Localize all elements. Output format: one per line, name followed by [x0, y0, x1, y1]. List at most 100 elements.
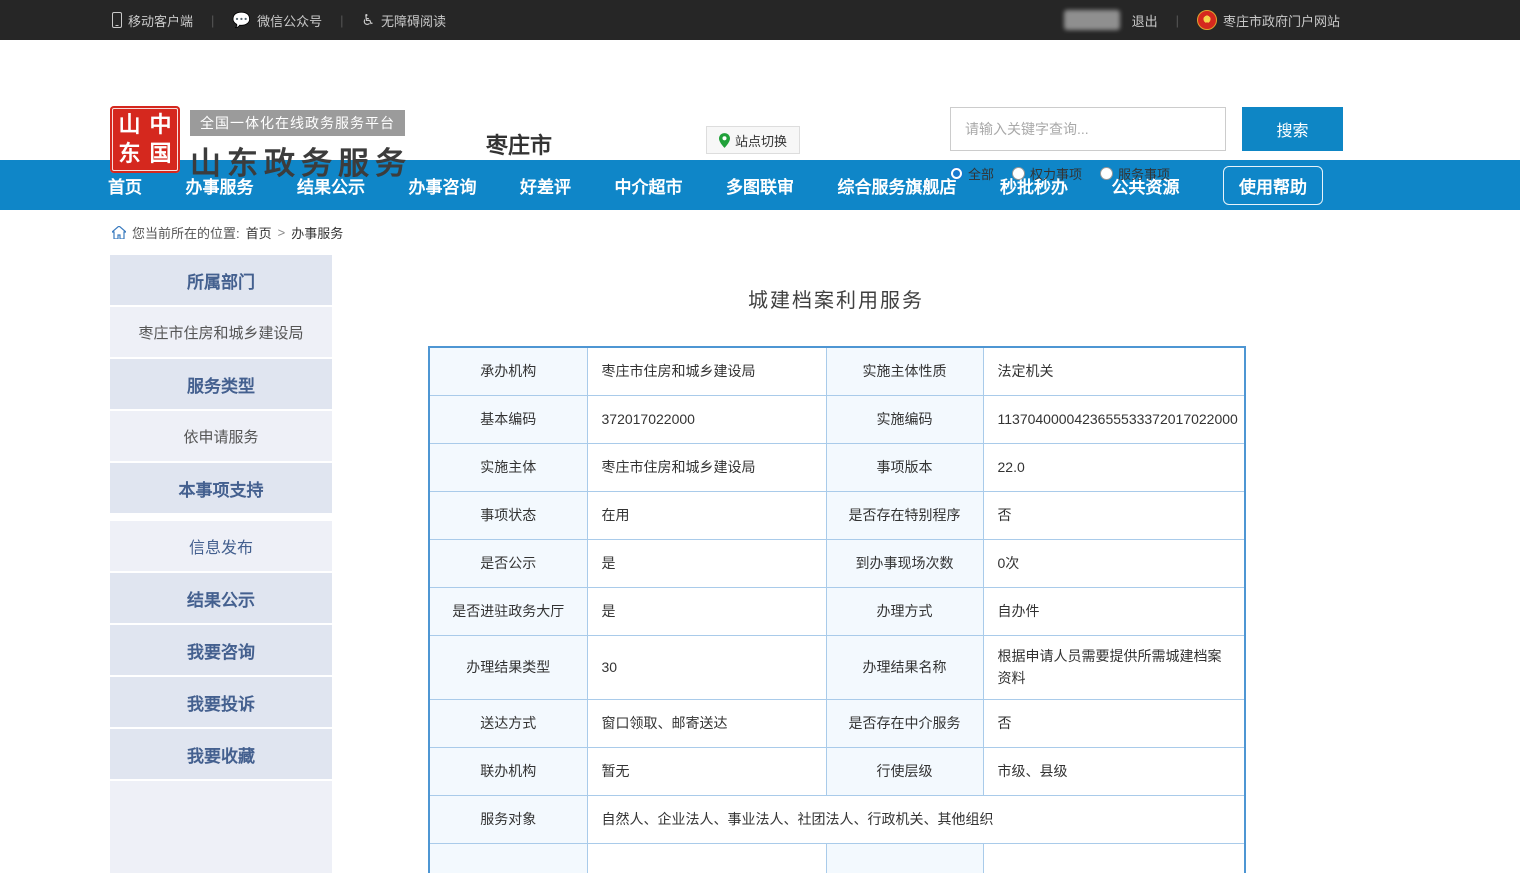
- field-label: 送达方式: [429, 699, 587, 747]
- mobile-client-link[interactable]: 移动客户端: [112, 11, 193, 30]
- nav-item-7[interactable]: 综合服务旗舰店: [838, 173, 957, 198]
- field-value: 1137040000423655533372017022000: [983, 395, 1245, 443]
- field-value: [587, 843, 826, 873]
- search-scope-0[interactable]: 全部: [950, 164, 994, 183]
- breadcrumb: 您当前所在的位置: 首页 > 办事服务: [0, 210, 1520, 255]
- divider: |: [211, 13, 214, 28]
- sidebar-item-6[interactable]: 结果公示: [110, 573, 332, 623]
- service-info-table: 承办机构枣庄市住房和城乡建设局实施主体性质法定机关基本编码37201702200…: [428, 346, 1246, 873]
- platform-badge: 全国一体化在线政务服务平台: [190, 110, 405, 136]
- breadcrumb-current[interactable]: 办事服务: [291, 223, 343, 242]
- search-button[interactable]: 搜索: [1242, 107, 1343, 151]
- wechat-link[interactable]: 💬 微信公众号: [232, 11, 322, 30]
- gov-portal-link[interactable]: ★ 枣庄市政府门户网站: [1197, 10, 1340, 30]
- breadcrumb-prefix: 您当前所在的位置:: [132, 223, 240, 242]
- field-value: [983, 843, 1245, 873]
- field-value: 暂无: [587, 747, 826, 795]
- search-scope-label: 全部: [968, 164, 994, 183]
- field-label: 办理结果类型: [429, 635, 587, 699]
- field-value: 枣庄市住房和城乡建设局: [587, 347, 826, 395]
- nav-item-5[interactable]: 中介超市: [615, 173, 683, 198]
- search-scope-2[interactable]: 服务事项: [1100, 164, 1170, 183]
- sidebar-item-7[interactable]: 我要咨询: [110, 625, 332, 675]
- field-value: 372017022000: [587, 395, 826, 443]
- field-label: 是否存在中介服务: [826, 699, 983, 747]
- field-label: 承办机构: [429, 347, 587, 395]
- logo-text-block: 全国一体化在线政务服务平台 山东政务服务: [190, 110, 412, 183]
- accessibility-label: 无障碍阅读: [381, 11, 446, 30]
- table-row-cutoff: [429, 843, 1245, 873]
- national-emblem-icon: ★: [1197, 10, 1217, 30]
- accessibility-link[interactable]: ♿ 无障碍阅读: [362, 11, 446, 30]
- field-label: 事项版本: [826, 443, 983, 491]
- search-scope-1[interactable]: 权力事项: [1012, 164, 1082, 183]
- table-row: 事项状态在用是否存在特别程序否: [429, 491, 1245, 539]
- sidebar-item-0[interactable]: 所属部门: [110, 255, 332, 305]
- sidebar-item-8[interactable]: 我要投诉: [110, 677, 332, 727]
- main-panel: 城建档案利用服务 承办机构枣庄市住房和城乡建设局实施主体性质法定机关基本编码37…: [332, 255, 1520, 873]
- seal-character: 东: [114, 140, 145, 170]
- field-value: 是: [587, 539, 826, 587]
- seal-character: 国: [145, 140, 176, 170]
- field-label: 办理方式: [826, 587, 983, 635]
- table-row: 服务对象自然人、企业法人、事业法人、社团法人、行政机关、其他组织: [429, 795, 1245, 843]
- sidebar-item-9[interactable]: 我要收藏: [110, 729, 332, 779]
- field-label: [826, 843, 983, 873]
- search-scope-label: 服务事项: [1118, 164, 1170, 183]
- table-row: 是否公示是到办事现场次数0次: [429, 539, 1245, 587]
- table-row: 联办机构暂无行使层级市级、县级: [429, 747, 1245, 795]
- topbar-left: 移动客户端 | 💬 微信公众号 | ♿ 无障碍阅读: [112, 11, 446, 30]
- nav-help-button[interactable]: 使用帮助: [1223, 166, 1323, 205]
- shandong-seal-logo: 山中东国: [110, 106, 180, 173]
- radio-icon[interactable]: [1012, 167, 1025, 180]
- logout-label: 退出: [1132, 11, 1158, 30]
- table-row: 送达方式窗口领取、邮寄送达是否存在中介服务否: [429, 699, 1245, 747]
- city-name: 枣庄市: [486, 128, 552, 160]
- nav-item-4[interactable]: 好差评: [520, 173, 571, 198]
- site-switch-label: 站点切换: [735, 131, 787, 150]
- seal-character: 山: [114, 110, 145, 140]
- seal-character: 中: [145, 110, 176, 140]
- sidebar-filler: [110, 781, 332, 873]
- field-label: 事项状态: [429, 491, 587, 539]
- sidebar-item-2[interactable]: 服务类型: [110, 359, 332, 409]
- sidebar-item-1[interactable]: 枣庄市住房和城乡建设局: [110, 307, 332, 357]
- field-value: 0次: [983, 539, 1245, 587]
- field-value: 窗口领取、邮寄送达: [587, 699, 826, 747]
- sidebar-item-4[interactable]: 本事项支持: [110, 463, 332, 513]
- wechat-label: 微信公众号: [257, 11, 322, 30]
- field-label: 服务对象: [429, 795, 587, 843]
- field-label: 联办机构: [429, 747, 587, 795]
- field-value: 22.0: [983, 443, 1245, 491]
- logout-button[interactable]: 退出: [1132, 11, 1158, 30]
- search-input[interactable]: [950, 107, 1226, 151]
- field-label: 基本编码: [429, 395, 587, 443]
- field-value: 枣庄市住房和城乡建设局: [587, 443, 826, 491]
- breadcrumb-separator: >: [278, 225, 286, 240]
- field-label: 是否存在特别程序: [826, 491, 983, 539]
- radio-selected-icon[interactable]: [950, 167, 963, 180]
- field-label: 是否公示: [429, 539, 587, 587]
- nav-item-3[interactable]: 办事咨询: [409, 173, 477, 198]
- nav-item-6[interactable]: 多图联审: [726, 173, 794, 198]
- username-redacted: [1064, 10, 1120, 30]
- field-label: 是否进驻政务大厅: [429, 587, 587, 635]
- site-switch-button[interactable]: 站点切换: [706, 126, 800, 154]
- field-value: 自办件: [983, 587, 1245, 635]
- breadcrumb-home[interactable]: 首页: [246, 223, 272, 242]
- field-value: 市级、县级: [983, 747, 1245, 795]
- field-value: 是: [587, 587, 826, 635]
- field-value: 否: [983, 491, 1245, 539]
- field-label: 到办事现场次数: [826, 539, 983, 587]
- search-bar: 搜索: [950, 107, 1343, 151]
- sidebar-item-5[interactable]: 信息发布: [110, 521, 332, 571]
- field-value: 否: [983, 699, 1245, 747]
- location-pin-icon: [719, 133, 730, 148]
- site-header: 山中东国 全国一体化在线政务服务平台 山东政务服务 枣庄市 站点切换 搜索 全部…: [0, 40, 1520, 160]
- sidebar-item-3[interactable]: 依申请服务: [110, 411, 332, 461]
- field-value: 在用: [587, 491, 826, 539]
- accessibility-icon: ♿: [362, 13, 375, 28]
- nav-item-0[interactable]: 首页: [108, 173, 142, 198]
- mobile-client-label: 移动客户端: [128, 11, 193, 30]
- radio-icon[interactable]: [1100, 167, 1113, 180]
